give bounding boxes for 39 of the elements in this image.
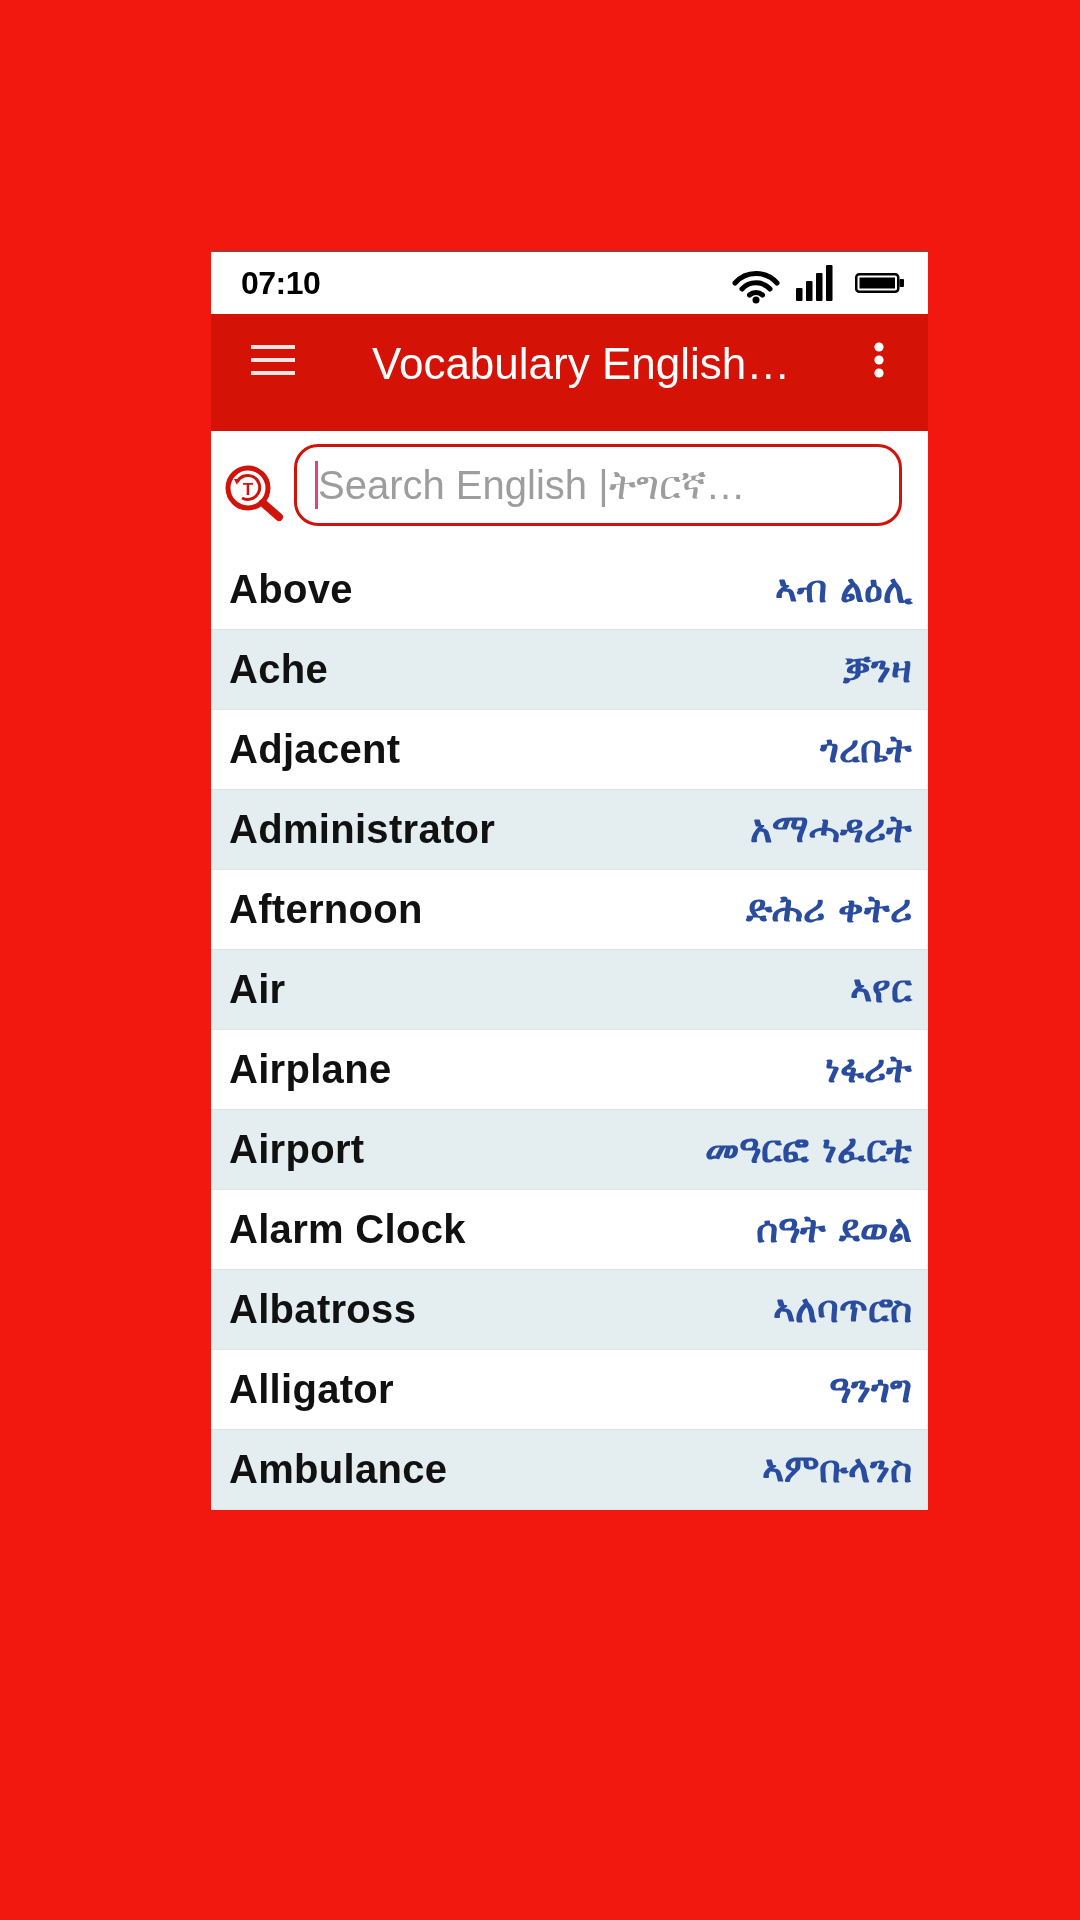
tigrinya-word: ዓንጎግ <box>829 1367 912 1412</box>
tigrinya-word: ኣምቡላንስ <box>762 1447 912 1492</box>
tigrinya-word: ኣየር <box>850 967 912 1012</box>
english-word: Air <box>229 967 286 1012</box>
word-row[interactable]: Ache ቓንዛ <box>211 630 928 710</box>
tigrinya-word: አማሓዳሪት <box>750 807 912 852</box>
english-word: Ambulance <box>229 1447 448 1492</box>
tigrinya-word: ሰዓት ደወል <box>755 1207 912 1252</box>
menu-button[interactable] <box>251 345 295 375</box>
status-time: 07:10 <box>241 264 321 302</box>
tigrinya-word: መዓርፎ ነፈርቲ <box>704 1127 912 1172</box>
more-options-icon <box>874 342 884 378</box>
english-word: Afternoon <box>229 887 423 932</box>
tigrinya-word: ቓንዛ <box>843 647 912 692</box>
english-word: Adjacent <box>229 727 401 772</box>
tigrinya-word: ኣለባጥሮስ <box>773 1287 912 1332</box>
tigrinya-word: ነፋሪት <box>825 1047 912 1092</box>
search-field[interactable]: Search English |ትግርኛ… <box>294 444 902 526</box>
signal-icon <box>796 265 833 301</box>
english-word: Airport <box>229 1127 365 1172</box>
battery-icon <box>855 273 904 293</box>
word-row[interactable]: Administrator አማሓዳሪት <box>211 790 928 870</box>
english-word: Albatross <box>229 1287 417 1332</box>
english-word: Alligator <box>229 1367 394 1412</box>
english-word: Ache <box>229 647 328 692</box>
english-word: Airplane <box>229 1047 392 1092</box>
word-row[interactable]: Air ኣየር <box>211 950 928 1030</box>
english-word: Administrator <box>229 807 496 852</box>
english-word: Alarm Clock <box>229 1207 466 1252</box>
tigrinya-word: ኣብ ልዕሊ <box>774 567 912 612</box>
tigrinya-word: ድሕሪ ቀትሪ <box>745 887 912 932</box>
app-title: Vocabulary English… <box>372 339 791 390</box>
english-word: Above <box>229 567 353 612</box>
tigrinya-word: ጎረቤት <box>820 727 912 772</box>
word-row[interactable]: Albatross ኣለባጥሮስ <box>211 1270 928 1350</box>
word-row[interactable]: Airport መዓርፎ ነፈርቲ <box>211 1110 928 1190</box>
word-row[interactable]: Ambulance ኣምቡላንስ <box>211 1430 928 1510</box>
menu-icon <box>251 345 295 375</box>
more-options-button[interactable] <box>874 342 884 378</box>
